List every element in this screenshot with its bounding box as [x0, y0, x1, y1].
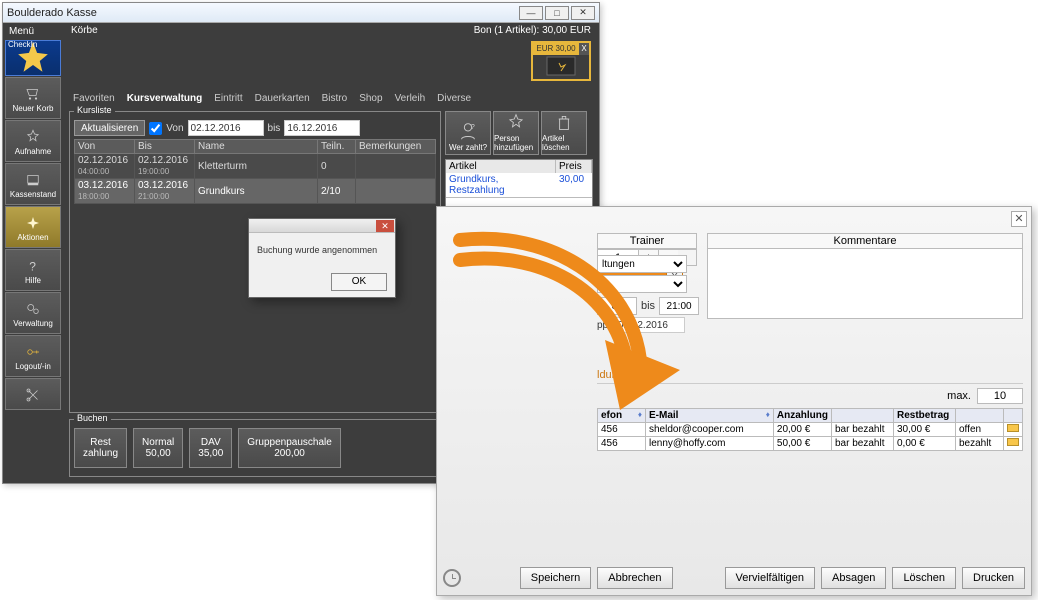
svg-text:?: ?: [471, 122, 475, 131]
absagen-button[interactable]: Absagen: [821, 567, 886, 589]
gruppe-button[interactable]: Gruppenpauschale200,00: [238, 428, 341, 468]
tab-kursverwaltung[interactable]: Kursverwaltung: [127, 93, 203, 104]
korbe-label: Körbe: [65, 25, 104, 36]
kommentare-box: Kommentare: [707, 233, 1023, 319]
table-row[interactable]: 456 lenny@hoffy.com 50,00 € bar bezahlt …: [598, 437, 1023, 451]
aufnahme-button[interactable]: Aufnahme: [5, 120, 61, 162]
tab-eintritt[interactable]: Eintritt: [214, 93, 242, 104]
aktionen-button[interactable]: Aktionen: [5, 206, 61, 248]
minimize-button[interactable]: —: [519, 6, 543, 20]
von-checkbox[interactable]: [149, 122, 162, 135]
von-date-input[interactable]: [188, 120, 264, 136]
app-title: Boulderado Kasse: [7, 7, 97, 19]
max-input[interactable]: [977, 388, 1023, 404]
artikel-row[interactable]: Grundkurs, Restzahlung 30,00: [446, 173, 592, 197]
time-from[interactable]: [597, 297, 637, 315]
trash-icon: [552, 112, 576, 133]
mail-icon[interactable]: [1007, 438, 1019, 446]
table-row[interactable]: 02.12.201604:00:00 02.12.201619:00:00 Kl…: [75, 154, 436, 179]
dav-button[interactable]: DAV35,00: [189, 428, 232, 468]
mail-icon[interactable]: [1007, 424, 1019, 432]
aktualisieren-button[interactable]: Aktualisieren: [74, 120, 145, 136]
person-star-icon: [23, 128, 43, 146]
kursliste-table: Von Bis Name Teiln. Bemerkungen 02.12.20…: [74, 139, 436, 204]
speichern-button[interactable]: Speichern: [520, 567, 592, 589]
time-to[interactable]: [659, 297, 699, 315]
neuer-korb-button[interactable]: Neuer Korb: [5, 77, 61, 119]
bis-date-input[interactable]: [284, 120, 360, 136]
tab-diverse[interactable]: Diverse: [437, 93, 471, 104]
register-icon: [23, 171, 43, 189]
kommentare-area[interactable]: [707, 249, 1023, 319]
sparkle-icon: [23, 214, 43, 232]
person-question-icon: ?: [456, 120, 480, 142]
artikel-loeschen-button[interactable]: Artikel löschen: [541, 111, 587, 155]
kurs-detail-window: ✕ ltungen rs bis pp. Trainer + - X Komme…: [436, 206, 1032, 596]
bon-chip-close[interactable]: X: [579, 43, 589, 55]
date-field[interactable]: [615, 317, 685, 333]
category-tabs: Favoriten Kursverwaltung Eintritt Dauerk…: [65, 89, 599, 107]
confirmation-dialog: ✕ Buchung wurde angenommen OK: [248, 218, 396, 298]
tab-dauerkarten[interactable]: Dauerkarten: [255, 93, 310, 104]
menu-label: Menü: [5, 24, 63, 39]
person-hinzufuegen-button[interactable]: Person hinzufügen: [493, 111, 539, 155]
anmeldungen-table: efon♦ E-Mail♦ Anzahlung Restbetrag 456 s…: [597, 408, 1023, 451]
person-plus-icon: [504, 112, 528, 133]
tab-favoriten[interactable]: Favoriten: [73, 93, 115, 104]
cart-icon: [23, 85, 43, 103]
sub-tab[interactable]: ldungen: [597, 367, 1023, 384]
bon-chip[interactable]: EUR 30,00 X: [531, 41, 591, 81]
dialog-message: Buchung wurde angenommen: [249, 233, 395, 267]
maximize-button[interactable]: □: [545, 6, 569, 20]
close-button[interactable]: ✕: [571, 6, 595, 20]
restzahlung-button[interactable]: Restzahlung: [74, 428, 127, 468]
close-button[interactable]: ✕: [1011, 211, 1027, 227]
normal-button[interactable]: Normal50,00: [133, 428, 183, 468]
key-icon: [23, 343, 43, 361]
dropdown-2[interactable]: rs: [597, 275, 687, 293]
dialog-ok-button[interactable]: OK: [331, 273, 387, 291]
max-label: max.: [947, 390, 971, 402]
tab-verleih[interactable]: Verleih: [395, 93, 426, 104]
bis-label: bis: [268, 123, 281, 134]
vervielfaeltigen-button[interactable]: Vervielfältigen: [725, 567, 816, 589]
table-row[interactable]: 03.12.201618:00:00 03.12.201621:00:00 Gr…: [75, 179, 436, 204]
table-row[interactable]: 456 sheldor@cooper.com 20,00 € bar bezah…: [598, 423, 1023, 437]
dropdown-1[interactable]: ltungen: [597, 255, 687, 273]
abbrechen-button[interactable]: Abbrechen: [597, 567, 672, 589]
wer-zahlt-button[interactable]: ? Wer zahlt?: [445, 111, 491, 155]
screen-icon: [533, 55, 589, 81]
svg-text:?: ?: [29, 259, 36, 273]
loeschen-button[interactable]: Löschen: [892, 567, 956, 589]
scissors-button[interactable]: [5, 378, 61, 410]
clock-icon: [443, 569, 461, 587]
person-star-icon: [6, 38, 60, 79]
von-label: Von: [166, 123, 183, 134]
dialog-close[interactable]: ✕: [376, 220, 394, 232]
gears-icon: [23, 300, 43, 318]
kassenstand-button[interactable]: Kassenstand: [5, 163, 61, 205]
buchen-panel: Buchen Restzahlung Normal50,00 DAV35,00 …: [69, 419, 441, 477]
sidebar: Menü Neuer Korb Aufnahme Kassenstand Akt…: [3, 23, 65, 483]
tab-bistro[interactable]: Bistro: [322, 93, 348, 104]
titlebar: Boulderado Kasse — □ ✕: [3, 3, 599, 23]
checkin-tile[interactable]: [5, 40, 61, 76]
drucken-button[interactable]: Drucken: [962, 567, 1025, 589]
verwaltung-button[interactable]: Verwaltung: [5, 292, 61, 334]
bon-summary: Bon (1 Artikel): 30,00 EUR: [474, 25, 599, 36]
hilfe-button[interactable]: ? Hilfe: [5, 249, 61, 291]
tab-shop[interactable]: Shop: [359, 93, 382, 104]
scissors-icon: [23, 386, 43, 404]
question-icon: ?: [23, 257, 43, 275]
logout-button[interactable]: Logout/-in: [5, 335, 61, 377]
